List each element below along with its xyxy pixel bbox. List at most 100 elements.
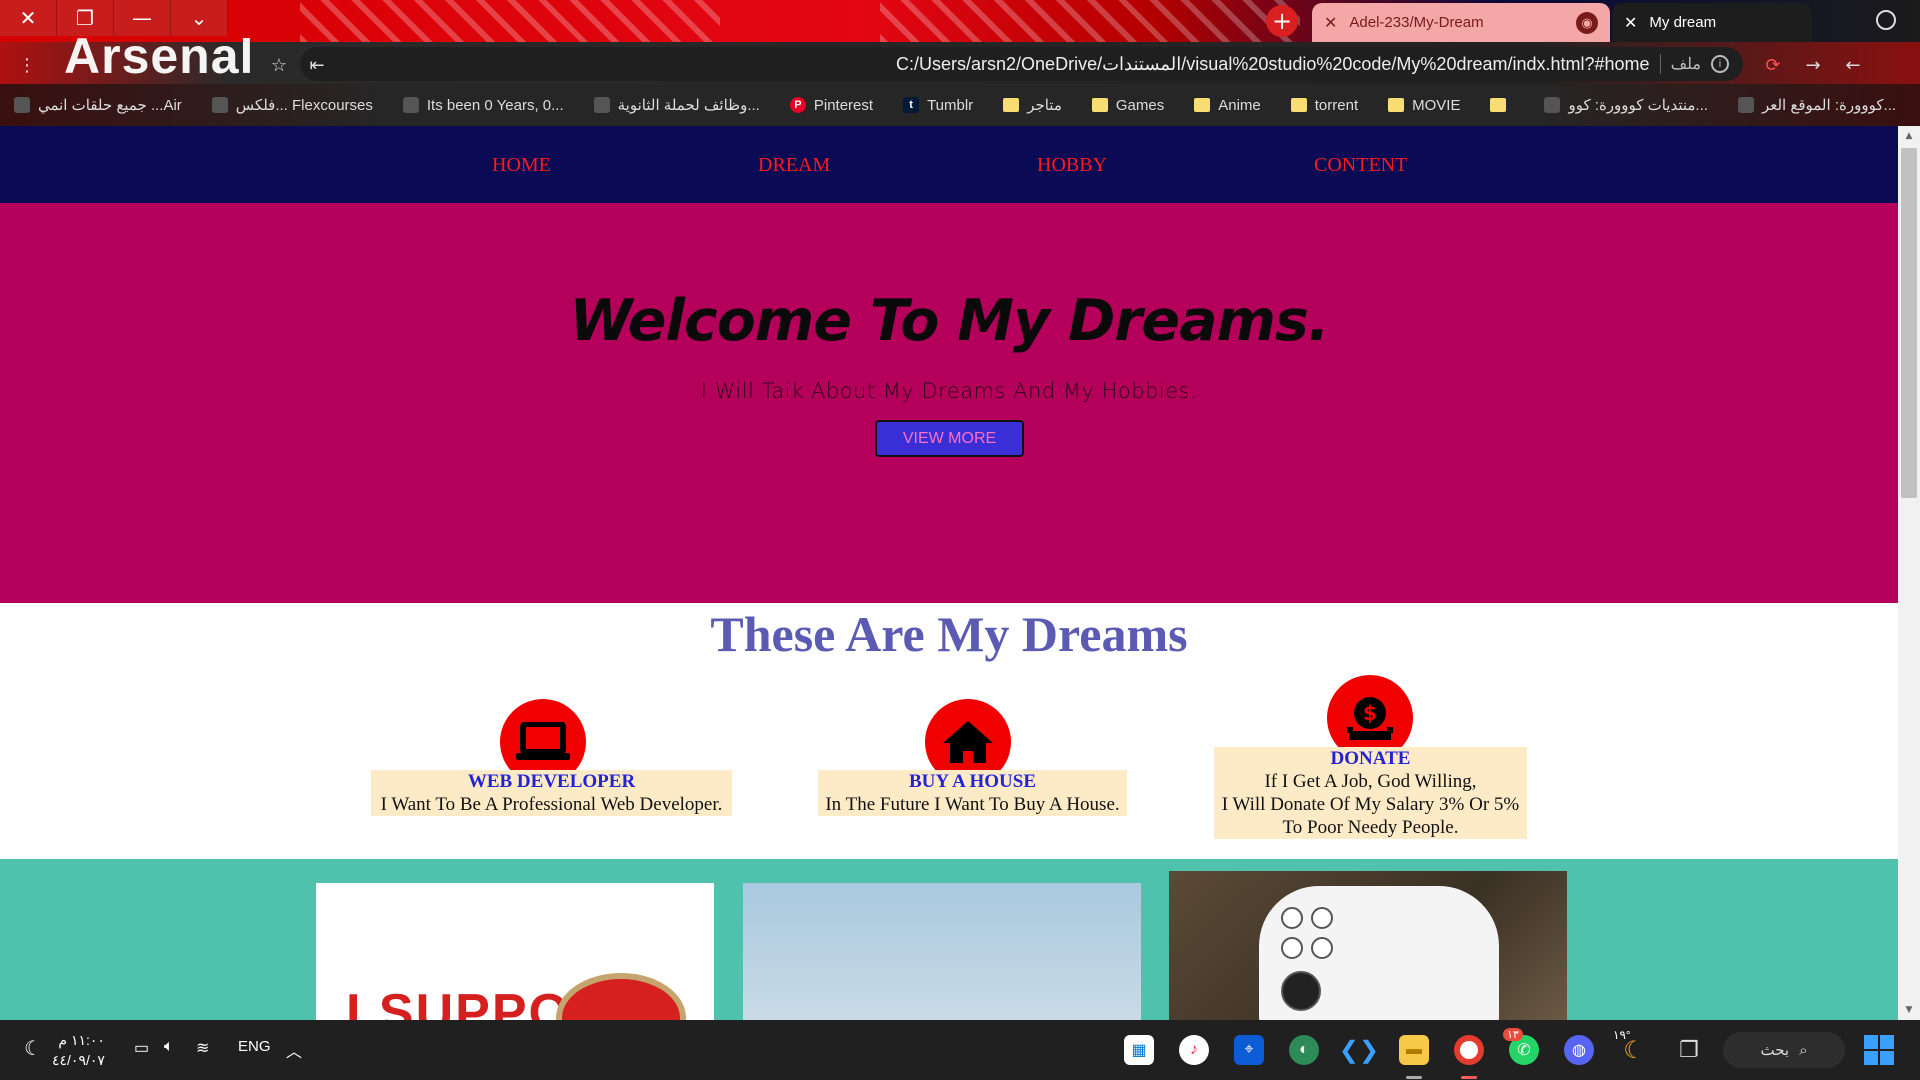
forward-icon[interactable]: ← — [1840, 52, 1866, 78]
dreams-section: These Are My Dreams WEB DEVELOPER I Want… — [0, 603, 1898, 859]
bookmark-item[interactable]: وظائف لحملة الثانوية... — [593, 96, 760, 114]
tumblr-icon: t — [903, 97, 920, 113]
site-favicon-icon — [13, 97, 30, 113]
close-tab-icon[interactable]: ✕ — [1324, 13, 1337, 33]
bookmark-item[interactable]: كووورة: الموقع العر... — [1737, 96, 1896, 114]
folder-icon — [1388, 98, 1405, 112]
view-more-button[interactable]: VIEW MORE — [875, 420, 1024, 457]
start-button[interactable] — [1864, 1035, 1894, 1065]
window-minimize-button[interactable]: — — [114, 0, 171, 36]
snipping-tool-icon[interactable]: ⌖ — [1234, 1035, 1264, 1065]
web-page: HOME DREAM HOBBY CONTENT Welcome To My D… — [0, 126, 1898, 1020]
bookmark-item[interactable]: منتديات كووورة: كوو... — [1544, 96, 1708, 114]
controller-button — [1281, 937, 1303, 959]
bookmark-label: Tumblr — [927, 96, 974, 114]
hobby-card-arsenal[interactable]: I SUPPORT — [316, 883, 714, 1020]
controller-button — [1311, 907, 1333, 929]
active-indicator — [1461, 1076, 1477, 1079]
file-explorer-icon[interactable]: ▬ — [1399, 1035, 1429, 1065]
hobby-card-sky[interactable] — [743, 883, 1141, 1020]
bookmark-item[interactable] — [1490, 98, 1514, 112]
dream-text: I Will Donate Of My Salary 3% Or 5% — [1221, 794, 1520, 815]
bookmark-item[interactable]: Its been 0 Years, 0... — [402, 96, 564, 114]
bookmark-label: جميع حلقات انمي ...Air — [37, 97, 182, 114]
dreams-heading: These Are My Dreams — [710, 606, 1188, 662]
nav-dream-link[interactable]: DREAM — [758, 154, 830, 177]
bookmark-label: torrent — [1314, 96, 1359, 114]
bookmark-item[interactable]: جميع حلقات انمي ...Air — [13, 96, 182, 114]
taskbar-search[interactable]: بحث ⌕ — [1723, 1032, 1845, 1068]
scroll-down-icon[interactable]: ▼ — [1898, 1002, 1920, 1018]
volume-icon[interactable]: 🔈︎ — [164, 1038, 174, 1056]
search-icon: ⌕ — [1799, 1041, 1808, 1059]
bookmark-label: Its been 0 Years, 0... — [426, 96, 564, 114]
theme-logo-text: Arsenal — [64, 38, 255, 84]
language-indicator[interactable]: ENG — [238, 1038, 271, 1055]
folder-icon — [1091, 98, 1108, 112]
nav-home-link[interactable]: HOME — [492, 154, 551, 177]
bookmark-item[interactable]: فلكس... Flexcourses — [211, 96, 373, 114]
hero-subtitle: I Will Taik About My Dreams And My Hobbi… — [700, 379, 1198, 403]
address-url[interactable]: C:/Users/arsn2/OneDrive/المستندات/visual… — [896, 54, 1650, 75]
dream-card-donate: DONATE If I Get A Job, God Willing, I Wi… — [1214, 747, 1527, 839]
chrome-icon[interactable] — [1454, 1035, 1484, 1065]
bookmark-label: متاجر — [1027, 97, 1062, 114]
back-icon[interactable]: → — [1800, 52, 1826, 78]
address-bar[interactable]: C:/Users/arsn2/OneDrive/المستندات/visual… — [300, 47, 1743, 81]
taskbar-clock[interactable]: ١١:٠٠ م ٤٤/٠٩/٠٧ — [52, 1030, 105, 1070]
store-icon[interactable]: ▦ — [1124, 1035, 1154, 1065]
hobby-card-gaming[interactable] — [1169, 871, 1567, 1020]
folder-icon — [1194, 98, 1211, 112]
tab-search-button[interactable]: ⌄ — [171, 0, 228, 36]
bookmark-item[interactable]: MOVIE — [1388, 97, 1460, 114]
window-restore-button[interactable]: ❐ — [57, 0, 114, 36]
info-icon[interactable]: i — [1711, 55, 1729, 73]
scroll-up-icon[interactable]: ▲ — [1898, 128, 1920, 144]
bookmark-label: Anime — [1218, 96, 1261, 114]
scrollbar-thumb[interactable] — [1901, 148, 1917, 498]
bookmark-item[interactable]: P Pinterest — [789, 97, 873, 114]
bookmark-label: Games — [1115, 96, 1165, 114]
moon-icon[interactable]: ☾ — [24, 1036, 42, 1061]
controller-stick — [1281, 971, 1321, 1011]
bookmark-item[interactable]: Games — [1091, 96, 1165, 114]
browser-edge-icon[interactable]: ◐ — [1289, 1035, 1319, 1065]
folder-icon — [1003, 98, 1020, 112]
dream-text: To Poor Needy People. — [1282, 817, 1459, 838]
window-close-button[interactable]: ✕ — [0, 0, 57, 36]
site-favicon-icon — [211, 97, 228, 113]
task-view-icon[interactable]: ❐ — [1674, 1035, 1704, 1065]
vscode-icon[interactable]: ❮❯ — [1339, 1035, 1379, 1065]
dream-title: BUY A HOUSE — [908, 771, 1037, 792]
bookmark-label: وظائف لحملة الثانوية... — [617, 97, 760, 114]
site-favicon-icon — [1544, 97, 1561, 113]
close-tab-icon[interactable]: ✕ — [1624, 13, 1637, 33]
svg-text:$: $ — [1363, 701, 1377, 725]
share-icon[interactable]: ⇤ — [304, 52, 330, 78]
tab-github[interactable]: ✕ Adel-233/My-Dream ◉ — [1312, 3, 1610, 42]
bookmark-item[interactable]: torrent — [1290, 96, 1359, 114]
bookmark-item[interactable]: Anime — [1194, 97, 1261, 114]
star-bookmark-icon[interactable]: ☆ — [266, 52, 292, 78]
globe-icon — [1876, 10, 1896, 30]
nav-content-link[interactable]: CONTENT — [1314, 154, 1407, 177]
itunes-icon[interactable]: ♪ — [1179, 1035, 1209, 1065]
tab-title: Adel-233/My-Dream — [1349, 14, 1484, 31]
bookmark-label: كووورة: الموقع العر... — [1761, 97, 1896, 114]
bookmark-item[interactable]: متاجر — [1003, 96, 1062, 114]
dream-title: DONATE — [1330, 748, 1411, 769]
page-scrollbar[interactable]: ▲ ▼ — [1898, 126, 1920, 1020]
battery-icon[interactable]: ▭ — [134, 1038, 149, 1058]
menu-dots-icon[interactable]: ⋮ — [14, 52, 40, 78]
bookmark-item[interactable]: t Tumblr — [903, 97, 973, 114]
hobbies-section: I SUPPORT — [0, 859, 1898, 1020]
chevron-up-icon[interactable]: ︿ — [286, 1038, 302, 1062]
chat-icon[interactable]: ◍ — [1564, 1035, 1594, 1065]
nav-hobby-link[interactable]: HOBBY — [1037, 154, 1107, 177]
tab-my-dream[interactable]: ✕ My dream — [1612, 3, 1812, 42]
wifi-icon[interactable]: ≋ — [196, 1038, 209, 1058]
reload-icon[interactable]: ⟳ — [1760, 52, 1786, 78]
address-separator — [1659, 54, 1661, 74]
new-tab-button[interactable]: + — [1266, 5, 1298, 37]
site-favicon-icon — [593, 97, 610, 113]
